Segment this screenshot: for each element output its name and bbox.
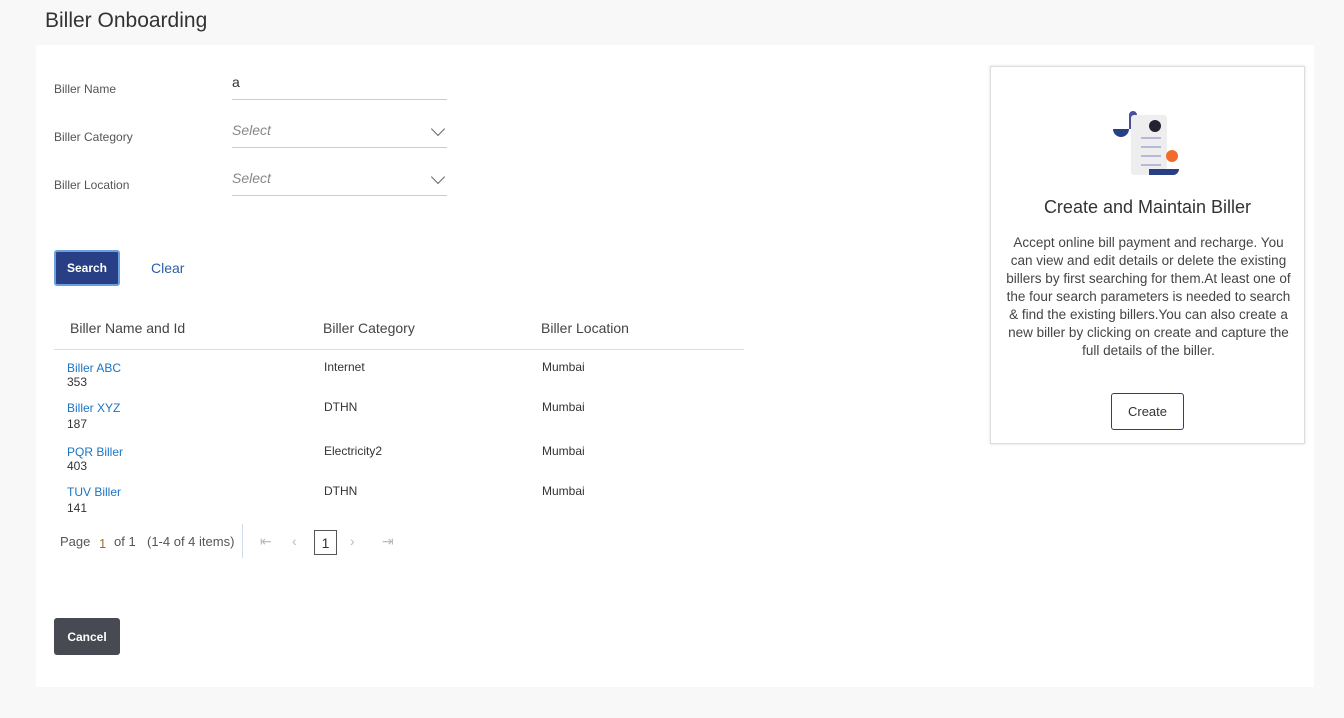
create-button[interactable]: Create bbox=[1111, 393, 1184, 430]
biller-document-icon bbox=[1113, 111, 1179, 175]
biller-location: Mumbai bbox=[542, 484, 585, 498]
prev-page-icon[interactable]: ‹ bbox=[292, 533, 297, 549]
cancel-button[interactable]: Cancel bbox=[54, 618, 120, 655]
page-number[interactable]: 1 bbox=[99, 536, 106, 551]
divider bbox=[54, 349, 744, 350]
biller-location: Mumbai bbox=[542, 360, 585, 374]
page-title: Biller Onboarding bbox=[45, 9, 208, 32]
page-label: Page bbox=[60, 534, 91, 549]
biller-location: Mumbai bbox=[542, 444, 585, 458]
biller-category-label: Biller Category bbox=[54, 130, 133, 144]
biller-id: 187 bbox=[67, 417, 88, 431]
biller-name-label: Biller Name bbox=[54, 82, 117, 96]
header-category: Biller Category bbox=[323, 320, 415, 336]
biller-name-link[interactable]: Biller XYZ bbox=[67, 401, 120, 415]
card-title: Create and Maintain Biller bbox=[1043, 197, 1252, 217]
current-page-button[interactable]: 1 bbox=[314, 530, 337, 555]
header-name: Biller Name and Id bbox=[70, 320, 186, 336]
biller-id: 353 bbox=[67, 375, 88, 389]
next-page-icon[interactable]: › bbox=[350, 533, 355, 549]
biller-category: Internet bbox=[324, 360, 365, 374]
biller-name-input[interactable]: a bbox=[232, 70, 447, 100]
card-description: Accept online bill payment and recharge.… bbox=[1006, 235, 1291, 358]
biller-id: 403 bbox=[67, 459, 88, 473]
header-location: Biller Location bbox=[541, 320, 629, 336]
biller-location-label: Biller Location bbox=[54, 178, 130, 192]
location-value: Select bbox=[232, 170, 271, 186]
items-count: (1-4 of 4 items) bbox=[147, 534, 235, 549]
biller-category: DTHN bbox=[324, 484, 358, 498]
chevron-down-icon bbox=[430, 121, 446, 137]
page-of: of 1 bbox=[114, 534, 136, 549]
create-biller-card: Create and Maintain Biller Accept online… bbox=[990, 66, 1305, 444]
biller-name-link[interactable]: TUV Biller bbox=[67, 485, 121, 499]
clear-link[interactable]: Clear bbox=[151, 260, 184, 276]
biller-name-link[interactable]: PQR Biller bbox=[67, 445, 123, 459]
biller-id: 141 bbox=[67, 501, 88, 515]
first-page-icon[interactable]: ⇤ bbox=[260, 533, 272, 550]
biller-name-link[interactable]: Biller ABC bbox=[67, 361, 121, 375]
last-page-icon[interactable]: ⇥ bbox=[382, 533, 394, 550]
main-panel: Biller Name a Biller Category Select Bil… bbox=[36, 45, 1314, 687]
divider bbox=[242, 524, 243, 558]
biller-location: Mumbai bbox=[542, 400, 585, 414]
biller-category: Electricity2 bbox=[324, 444, 383, 458]
search-button[interactable]: Search bbox=[54, 250, 120, 286]
chevron-down-icon bbox=[430, 169, 446, 185]
category-value: Select bbox=[232, 122, 271, 138]
biller-category-select[interactable]: Select bbox=[232, 118, 447, 148]
biller-location-select[interactable]: Select bbox=[232, 166, 447, 196]
biller-category: DTHN bbox=[324, 400, 358, 414]
